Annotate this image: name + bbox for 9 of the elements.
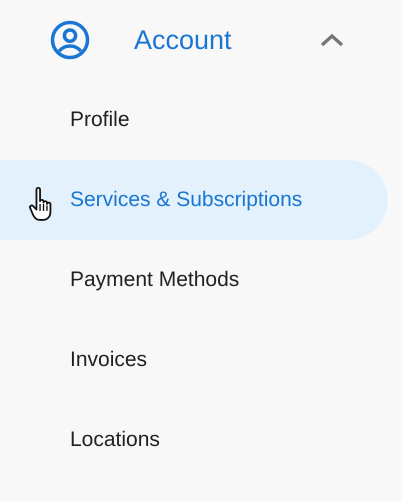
menu-item[interactable]: Services & Subscriptions	[0, 160, 388, 240]
section-title: Account	[134, 24, 232, 56]
menu-item[interactable]: Locations	[0, 400, 388, 480]
chevron-up-icon[interactable]	[320, 33, 344, 47]
account-header[interactable]: Account	[0, 0, 402, 80]
menu-item[interactable]: Invoices	[0, 320, 388, 400]
menu-item[interactable]: Payment Methods	[0, 240, 388, 320]
account-icon	[49, 19, 91, 61]
menu-item[interactable]: Profile	[0, 80, 388, 160]
